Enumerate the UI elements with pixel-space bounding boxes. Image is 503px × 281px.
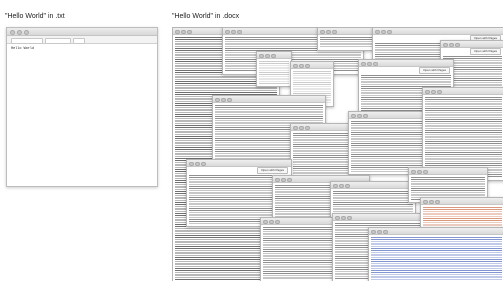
minimize-window-icon (221, 97, 226, 102)
zoom-window-icon (373, 61, 378, 66)
title-bar[interactable] (291, 62, 333, 69)
close-window-icon[interactable] (351, 113, 356, 118)
font-select[interactable] (45, 37, 71, 44)
minimize-window-icon (281, 177, 286, 182)
minimize-window-icon (299, 125, 304, 130)
window-controls[interactable] (10, 30, 29, 35)
close-window-icon[interactable] (425, 89, 430, 94)
close-window-icon[interactable] (423, 199, 428, 204)
zoom-window-icon (423, 169, 428, 174)
close-window-icon[interactable] (320, 29, 325, 34)
minimize-window-icon (357, 113, 362, 118)
zoom-window-icon (201, 161, 206, 166)
close-window-icon[interactable] (263, 219, 268, 224)
zoom-window-icon (347, 215, 352, 220)
zoom-window-icon (332, 29, 337, 34)
minimize-window-icon (181, 29, 186, 34)
zoom-window-icon (237, 29, 242, 34)
close-window-icon[interactable] (259, 53, 264, 58)
xml-markup (351, 121, 431, 172)
zoom-window-icon (363, 113, 368, 118)
title-bar[interactable] (257, 52, 291, 59)
minimize-window-icon (449, 42, 454, 47)
txt-editor-window[interactable]: Hello World (6, 27, 158, 187)
xml-window[interactable] (256, 51, 292, 87)
zoom-window-icon (271, 53, 276, 58)
zoom-window-icon (305, 125, 310, 130)
title-bar[interactable] (423, 88, 503, 95)
zoom-window-icon (187, 29, 192, 34)
title-bar[interactable] (373, 28, 503, 35)
minimize-window-icon (231, 29, 236, 34)
close-window-icon[interactable] (371, 229, 376, 234)
close-window-icon[interactable] (293, 63, 298, 68)
close-window-icon[interactable] (275, 177, 280, 182)
xml-window[interactable] (420, 197, 503, 229)
zoom-window-icon (435, 199, 440, 204)
minimize-window-icon (265, 53, 270, 58)
minimize-window-icon (339, 183, 344, 188)
minimize-window-icon (341, 215, 346, 220)
minimize-window-icon (417, 169, 422, 174)
title-bar[interactable] (187, 160, 291, 167)
document-text[interactable]: Hello World (7, 44, 157, 54)
close-window-icon[interactable] (10, 30, 15, 35)
close-window-icon[interactable] (443, 42, 448, 47)
title-bar[interactable] (333, 214, 423, 221)
open-with-pages-button[interactable]: Open with Pages (419, 67, 450, 74)
zoom-window-icon (387, 29, 392, 34)
title-bar[interactable] (409, 168, 487, 175)
close-window-icon[interactable] (293, 125, 298, 130)
minimize-window-icon (431, 89, 436, 94)
title-bar[interactable] (359, 60, 453, 67)
open-with-pages-button[interactable]: Open with Pages (257, 167, 288, 174)
format-toolbar (7, 36, 157, 44)
zoom-window-icon (383, 229, 388, 234)
title-bar[interactable] (349, 112, 433, 119)
minimize-window-icon (195, 161, 200, 166)
xml-markup (259, 61, 289, 84)
xml-window[interactable] (368, 227, 503, 281)
close-window-icon[interactable] (225, 29, 230, 34)
zoom-window-icon (287, 177, 292, 182)
paragraph-style-select[interactable] (11, 37, 43, 44)
close-window-icon[interactable] (335, 215, 340, 220)
zoom-window-icon (227, 97, 232, 102)
close-window-icon[interactable] (215, 97, 220, 102)
open-with-pages-button[interactable]: Open with Pages (470, 48, 501, 55)
xml-markup (423, 207, 502, 226)
zoom-window-icon (455, 42, 460, 47)
minimize-window-icon (299, 63, 304, 68)
font-size-select[interactable] (73, 37, 85, 44)
zoom-window-icon (305, 63, 310, 68)
zoom-window-icon (437, 89, 442, 94)
minimize-window-icon[interactable] (17, 30, 22, 35)
caption-docx: "Hello World" in .docx (172, 13, 240, 20)
title-bar[interactable] (331, 182, 415, 189)
zoom-window-icon (345, 183, 350, 188)
minimize-window-icon (377, 229, 382, 234)
caption-txt: "Hello World" in .txt (5, 13, 65, 20)
close-window-icon[interactable] (333, 183, 338, 188)
xml-markup (371, 237, 502, 280)
title-bar[interactable] (441, 41, 503, 48)
docx-xml-collage: Open with Pages Open with Pages Open wit… (172, 27, 503, 281)
minimize-window-icon (429, 199, 434, 204)
zoom-window-icon[interactable] (24, 30, 29, 35)
title-bar[interactable] (369, 228, 503, 235)
close-window-icon[interactable] (375, 29, 380, 34)
title-bar[interactable] (7, 28, 157, 36)
close-window-icon[interactable] (189, 161, 194, 166)
close-window-icon[interactable] (175, 29, 180, 34)
minimize-window-icon (381, 29, 386, 34)
minimize-window-icon (326, 29, 331, 34)
title-bar[interactable] (421, 198, 503, 205)
xml-markup (425, 97, 502, 178)
title-bar[interactable] (213, 96, 325, 103)
zoom-window-icon (275, 219, 280, 224)
close-window-icon[interactable] (411, 169, 416, 174)
minimize-window-icon (367, 61, 372, 66)
close-window-icon[interactable] (361, 61, 366, 66)
minimize-window-icon (269, 219, 274, 224)
